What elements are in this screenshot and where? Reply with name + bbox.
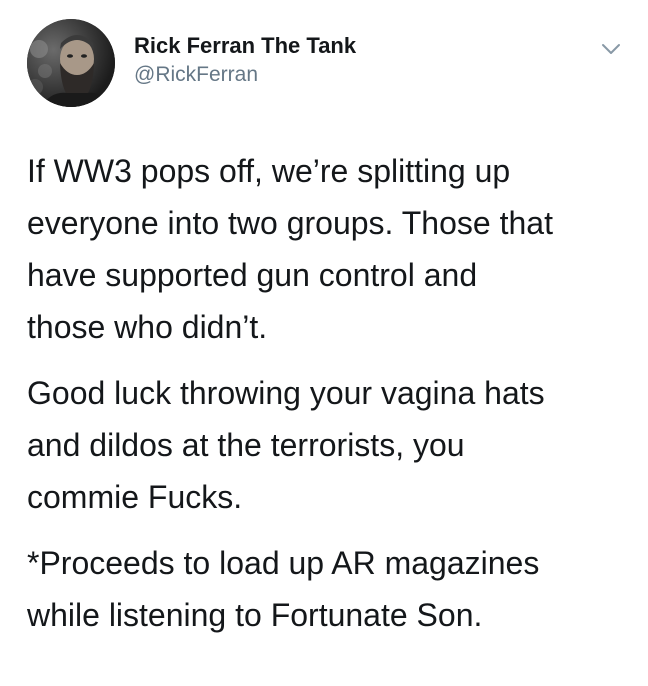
tweet-line: and dildos at the terrorists, you: [27, 427, 465, 463]
tweet-line: those who didn’t.: [27, 309, 268, 345]
profile-photo: [27, 19, 115, 107]
tweet-line: Good luck throwing your vagina hats: [27, 375, 545, 411]
tweet-text: If WW3 pops off, we’re splitting up ever…: [27, 145, 632, 655]
tweet-line: If WW3 pops off, we’re splitting up: [27, 153, 511, 189]
author-handle[interactable]: @RickFerran: [134, 63, 258, 87]
tweet-card: Rick Ferran The Tank @RickFerran If WW3 …: [0, 0, 648, 686]
avatar[interactable]: [27, 19, 115, 107]
author-display-name[interactable]: Rick Ferran The Tank: [134, 33, 356, 59]
tweet-line: have supported gun control and: [27, 257, 478, 293]
tweet-paragraph: If WW3 pops off, we’re splitting up ever…: [27, 145, 632, 353]
tweet-line: *Proceeds to load up AR magazines: [27, 545, 540, 581]
tweet-paragraph: *Proceeds to load up AR magazines while …: [27, 537, 632, 641]
tweet-line: while listening to Fortunate Son.: [27, 597, 483, 633]
tweet-line: everyone into two groups. Those that: [27, 205, 553, 241]
tweet-paragraph: Good luck throwing your vagina hats and …: [27, 367, 632, 523]
tweet-line: commie Fucks.: [27, 479, 243, 515]
chevron-down-icon[interactable]: [598, 36, 624, 62]
